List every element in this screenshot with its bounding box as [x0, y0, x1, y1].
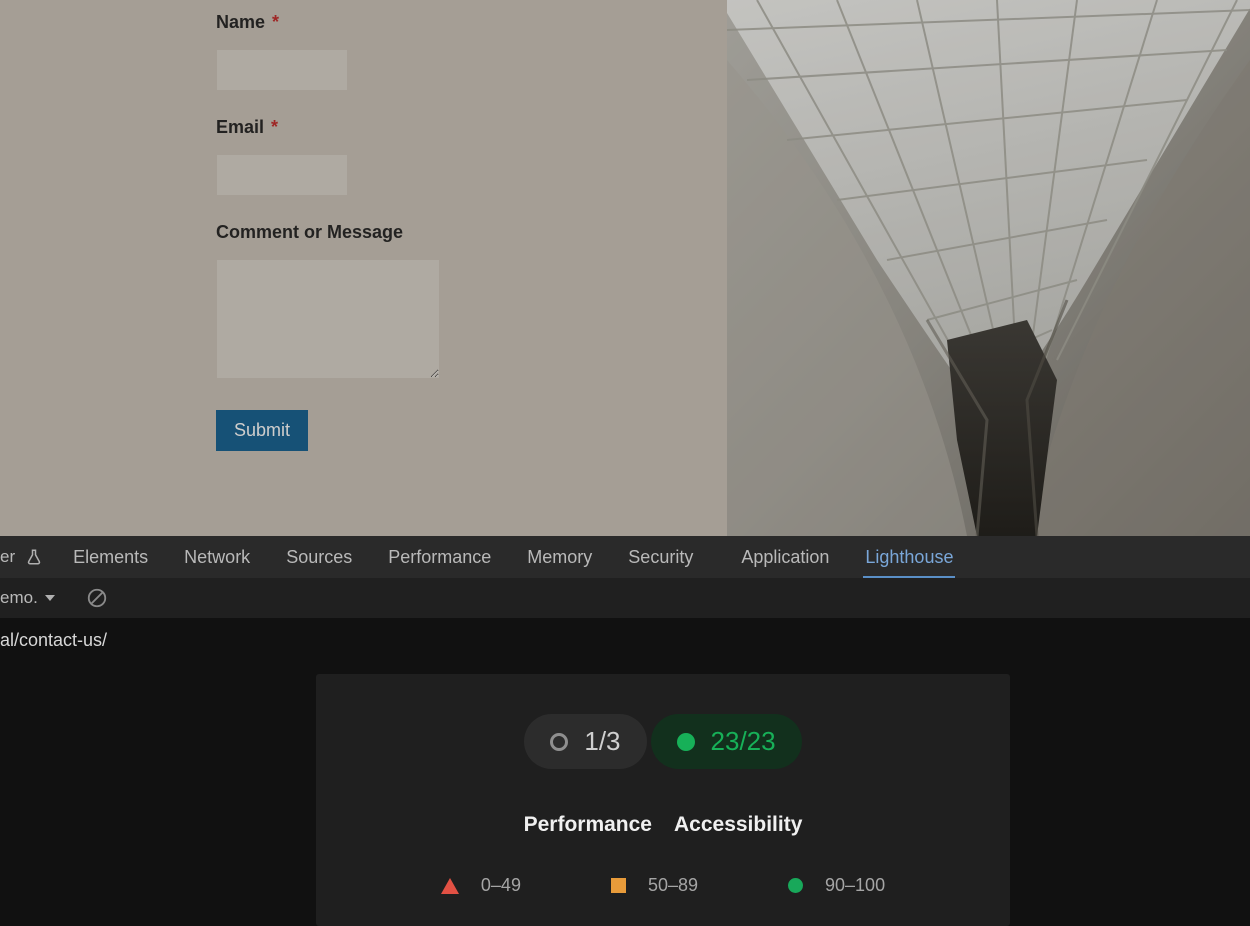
tab-memory[interactable]: Memory [509, 536, 610, 578]
devtools-tabs: er Elements Network Sources Performance … [0, 536, 1250, 578]
category-row: Performance Accessibility [316, 813, 1010, 837]
triangle-red-icon [441, 878, 459, 894]
url-text: al/contact-us/ [0, 630, 107, 651]
legend-low-text: 0–49 [481, 875, 521, 896]
hero-image [727, 0, 1250, 536]
score-pill-passed[interactable]: 23/23 [651, 714, 802, 769]
square-orange-icon [611, 878, 626, 893]
clear-button[interactable] [84, 585, 110, 611]
name-input[interactable] [216, 49, 348, 91]
circle-open-icon [550, 733, 568, 751]
score-legend: 0–49 50–89 90–100 [316, 875, 1010, 896]
tab-network[interactable]: Network [166, 536, 268, 578]
tab-security[interactable]: Security [610, 536, 711, 578]
legend-high: 90–100 [788, 875, 885, 896]
form-group-name: Name * [216, 12, 716, 91]
score-pill-row: 1/3 23/23 [316, 714, 1010, 769]
dot-green-icon [788, 878, 803, 893]
lighthouse-body: 1/3 23/23 Performance Accessibility 0–49 [0, 662, 1250, 926]
circle-filled-icon [677, 733, 695, 751]
email-label: Email * [216, 117, 716, 138]
contact-form: Name * Email * Comment or Message Submit [216, 12, 716, 451]
form-group-email: Email * [216, 117, 716, 196]
tab-truncated-left[interactable]: er [0, 536, 55, 578]
url-bar: al/contact-us/ [0, 618, 1250, 662]
tab-truncated-text: er [0, 547, 15, 567]
page-preview: Name * Email * Comment or Message Submit [0, 0, 1250, 536]
category-accessibility[interactable]: Accessibility [674, 813, 802, 837]
legend-mid-text: 50–89 [648, 875, 698, 896]
clear-icon [86, 587, 108, 609]
devtools-panel: er Elements Network Sources Performance … [0, 536, 1250, 926]
email-label-text: Email [216, 117, 264, 137]
email-input[interactable] [216, 154, 348, 196]
name-label: Name * [216, 12, 716, 33]
report-dropdown[interactable]: emo. [0, 588, 56, 608]
category-performance[interactable]: Performance [524, 813, 652, 837]
report-dropdown-text: emo. [0, 588, 38, 608]
devtools-subbar: emo. [0, 578, 1250, 618]
experiments-icon [25, 548, 43, 566]
tab-performance[interactable]: Performance [370, 536, 509, 578]
legend-mid: 50–89 [611, 875, 698, 896]
name-label-text: Name [216, 12, 265, 32]
lighthouse-card: 1/3 23/23 Performance Accessibility 0–49 [316, 674, 1010, 926]
tab-sources[interactable]: Sources [268, 536, 370, 578]
chevron-down-icon [44, 592, 56, 604]
tab-lighthouse[interactable]: Lighthouse [847, 536, 971, 578]
tab-application[interactable]: Application [723, 536, 847, 578]
required-mark: * [272, 12, 279, 32]
legend-high-text: 90–100 [825, 875, 885, 896]
form-group-comment: Comment or Message [216, 222, 716, 384]
tab-elements[interactable]: Elements [55, 536, 166, 578]
score-pill-passed-text: 23/23 [711, 726, 776, 757]
legend-low: 0–49 [441, 875, 521, 896]
submit-button[interactable]: Submit [216, 410, 308, 451]
comment-label: Comment or Message [216, 222, 716, 243]
score-pill-pending-text: 1/3 [584, 726, 620, 757]
score-pill-pending[interactable]: 1/3 [524, 714, 646, 769]
required-mark: * [271, 117, 278, 137]
comment-textarea[interactable] [216, 259, 440, 379]
